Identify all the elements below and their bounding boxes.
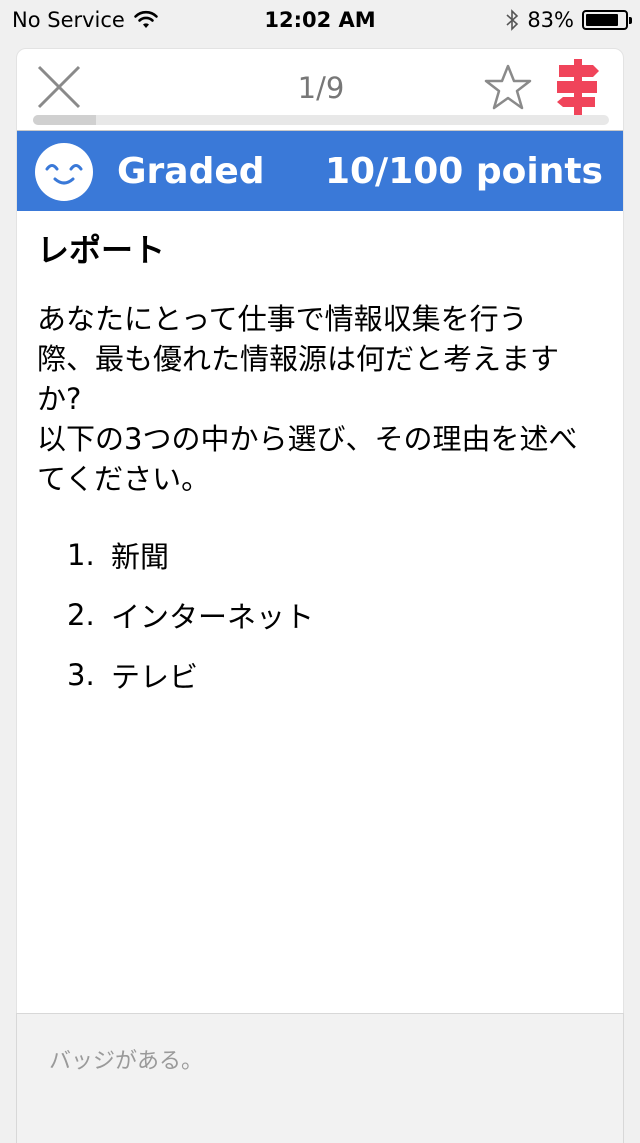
smiley-face-icon (35, 143, 93, 201)
question-line: てください。 (37, 462, 211, 496)
question-line: 以下の3つの中から選び、その理由を述べ (37, 422, 578, 456)
option-label: 新聞 (111, 540, 170, 574)
status-bar: No Service 12:02 AM 83% (0, 0, 640, 40)
list-item: 3. テレビ (67, 645, 603, 705)
score-points: 10/100 points (324, 151, 603, 192)
question-nav: 1/9 (17, 49, 623, 131)
progress-bar (33, 115, 609, 125)
battery-fill (586, 14, 618, 26)
question-content: レポート あなたにとって仕事で情報収集を行う 際、最も優れた情報源は何だと考えま… (17, 211, 623, 705)
bluetooth-icon (506, 9, 519, 31)
graded-banner: Graded 10/100 points (17, 131, 623, 211)
option-number: 2. (67, 598, 95, 632)
graded-status: Graded (117, 151, 265, 192)
question-line: か? (37, 382, 82, 416)
question-card: 1/9 Graded 10/100 points レポート あなたにとって仕事で… (16, 48, 624, 1138)
option-label: テレビ (111, 660, 199, 694)
option-number: 3. (67, 658, 95, 692)
answer-input[interactable] (49, 1044, 589, 1078)
question-text: あなたにとって仕事で情報収集を行う 際、最も優れた情報源は何だと考えます か? … (37, 299, 603, 499)
question-line: あなたにとって仕事で情報収集を行う (37, 302, 528, 336)
question-line: 際、最も優れた情報源は何だと考えます (37, 342, 560, 376)
star-icon[interactable] (483, 63, 533, 113)
list-item: 1. 新聞 (67, 525, 603, 585)
option-label: インターネット (111, 600, 315, 634)
battery-icon (582, 10, 632, 30)
answer-input-area[interactable] (16, 1013, 624, 1143)
list-item: 2. インターネット (67, 585, 603, 645)
option-number: 1. (67, 538, 95, 572)
battery-percent: 83% (527, 8, 574, 32)
status-right: 83% (505, 8, 632, 32)
progress-fill (33, 115, 97, 125)
question-title: レポート (37, 231, 166, 269)
option-list: 1. 新聞 2. インターネット 3. テレビ (37, 525, 603, 705)
signpost-icon[interactable] (555, 59, 601, 115)
